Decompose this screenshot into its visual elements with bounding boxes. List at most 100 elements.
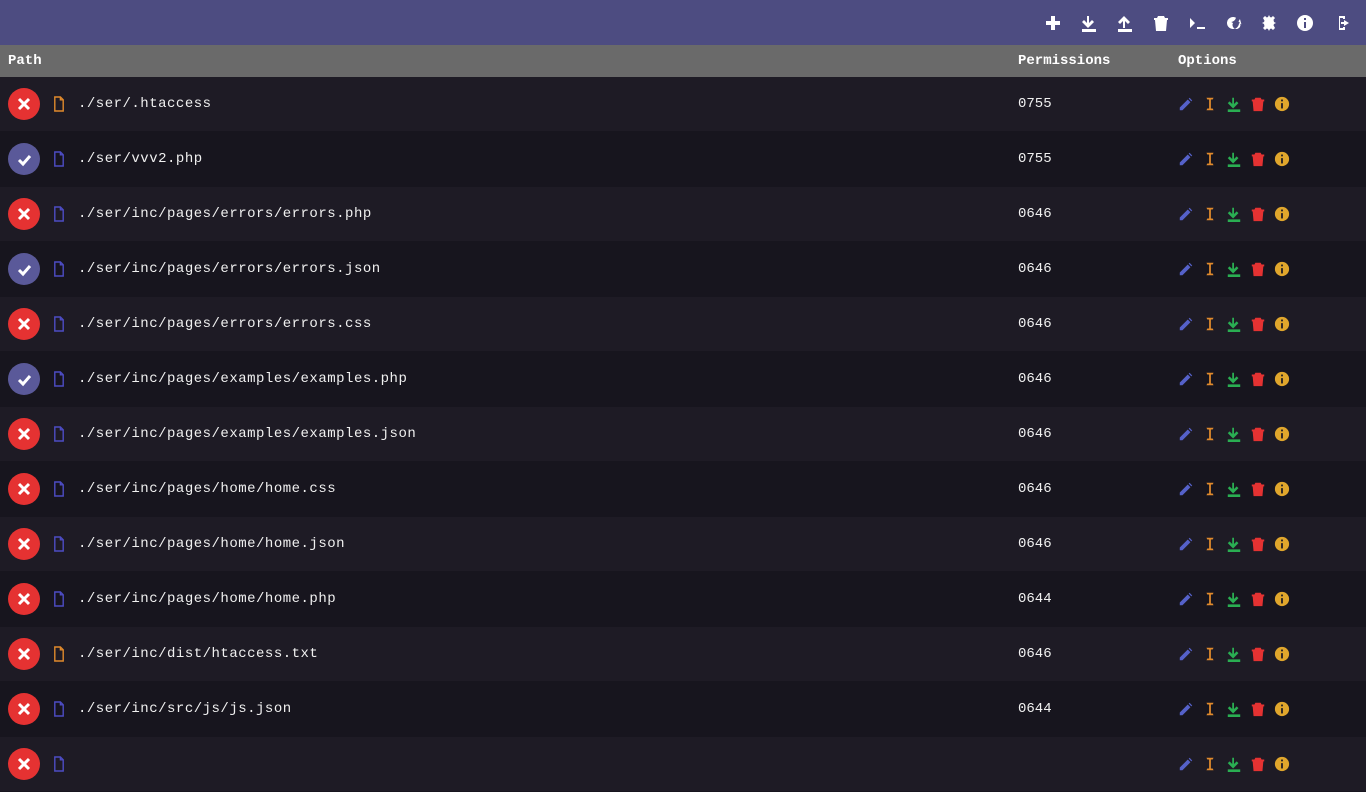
info-icon[interactable]	[1274, 646, 1290, 662]
table-row: ./ser/inc/pages/examples/examples.php064…	[0, 352, 1366, 407]
trash-icon[interactable]	[1152, 14, 1170, 32]
edit-icon[interactable]	[1178, 481, 1194, 497]
edit-icon[interactable]	[1178, 316, 1194, 332]
download-icon[interactable]	[1226, 261, 1242, 277]
rename-icon[interactable]	[1202, 701, 1218, 717]
signout-icon[interactable]	[1332, 14, 1350, 32]
download-icon[interactable]	[1226, 206, 1242, 222]
info-icon[interactable]	[1274, 206, 1290, 222]
table-row	[0, 737, 1366, 792]
status-error-icon	[8, 638, 40, 670]
file-path[interactable]: ./ser/inc/pages/errors/errors.css	[78, 316, 1018, 332]
delete-icon[interactable]	[1250, 701, 1266, 717]
info-icon[interactable]	[1274, 96, 1290, 112]
delete-icon[interactable]	[1250, 316, 1266, 332]
rename-icon[interactable]	[1202, 646, 1218, 662]
download-icon[interactable]	[1226, 756, 1242, 772]
download-icon[interactable]	[1226, 316, 1242, 332]
upload-icon[interactable]	[1116, 14, 1134, 32]
settings-icon[interactable]	[1260, 14, 1278, 32]
table-row: ./ser/inc/pages/errors/errors.json0646	[0, 242, 1366, 297]
rename-icon[interactable]	[1202, 261, 1218, 277]
edit-icon[interactable]	[1178, 701, 1194, 717]
info-icon[interactable]	[1296, 14, 1314, 32]
rename-icon[interactable]	[1202, 536, 1218, 552]
file-path[interactable]: ./ser/vvv2.php	[78, 151, 1018, 167]
edit-icon[interactable]	[1178, 96, 1194, 112]
file-path[interactable]: ./ser/inc/pages/errors/errors.php	[78, 206, 1018, 222]
rename-icon[interactable]	[1202, 151, 1218, 167]
delete-icon[interactable]	[1250, 426, 1266, 442]
file-path[interactable]: ./ser/inc/pages/home/home.json	[78, 536, 1018, 552]
file-path[interactable]: ./ser/inc/src/js/js.json	[78, 701, 1018, 717]
download-icon[interactable]	[1226, 151, 1242, 167]
row-options	[1178, 481, 1358, 497]
delete-icon[interactable]	[1250, 536, 1266, 552]
rename-icon[interactable]	[1202, 591, 1218, 607]
info-icon[interactable]	[1274, 701, 1290, 717]
delete-icon[interactable]	[1250, 646, 1266, 662]
file-path[interactable]: ./ser/inc/pages/examples/examples.json	[78, 426, 1018, 442]
delete-icon[interactable]	[1250, 261, 1266, 277]
info-icon[interactable]	[1274, 756, 1290, 772]
edit-icon[interactable]	[1178, 591, 1194, 607]
table-row: ./ser/inc/dist/htaccess.txt0646	[0, 627, 1366, 682]
plus-icon[interactable]	[1044, 14, 1062, 32]
delete-icon[interactable]	[1250, 756, 1266, 772]
file-permissions: 0646	[1018, 426, 1178, 442]
file-path[interactable]: ./ser/inc/pages/examples/examples.php	[78, 371, 1018, 387]
rename-icon[interactable]	[1202, 481, 1218, 497]
rename-icon[interactable]	[1202, 206, 1218, 222]
file-icon	[50, 645, 68, 663]
file-path[interactable]: ./ser/inc/pages/errors/errors.json	[78, 261, 1018, 277]
delete-icon[interactable]	[1250, 96, 1266, 112]
info-icon[interactable]	[1274, 261, 1290, 277]
info-icon[interactable]	[1274, 481, 1290, 497]
info-icon[interactable]	[1274, 316, 1290, 332]
download-icon[interactable]	[1226, 536, 1242, 552]
delete-icon[interactable]	[1250, 591, 1266, 607]
info-icon[interactable]	[1274, 151, 1290, 167]
edit-icon[interactable]	[1178, 646, 1194, 662]
edit-icon[interactable]	[1178, 371, 1194, 387]
rename-icon[interactable]	[1202, 316, 1218, 332]
rename-icon[interactable]	[1202, 96, 1218, 112]
download-icon[interactable]	[1226, 591, 1242, 607]
file-icon	[50, 260, 68, 278]
info-icon[interactable]	[1274, 371, 1290, 387]
edit-icon[interactable]	[1178, 536, 1194, 552]
edit-icon[interactable]	[1178, 426, 1194, 442]
rename-icon[interactable]	[1202, 371, 1218, 387]
rename-icon[interactable]	[1202, 426, 1218, 442]
delete-icon[interactable]	[1250, 481, 1266, 497]
download-icon[interactable]	[1226, 426, 1242, 442]
edit-icon[interactable]	[1178, 151, 1194, 167]
row-options	[1178, 151, 1358, 167]
file-path[interactable]: ./ser/inc/pages/home/home.php	[78, 591, 1018, 607]
download-icon[interactable]	[1226, 701, 1242, 717]
download-icon[interactable]	[1226, 371, 1242, 387]
file-path[interactable]: ./ser/.htaccess	[78, 96, 1018, 112]
info-icon[interactable]	[1274, 591, 1290, 607]
file-permissions: 0646	[1018, 646, 1178, 662]
rename-icon[interactable]	[1202, 756, 1218, 772]
download-icon[interactable]	[1226, 646, 1242, 662]
delete-icon[interactable]	[1250, 371, 1266, 387]
file-path[interactable]: ./ser/inc/pages/home/home.css	[78, 481, 1018, 497]
delete-icon[interactable]	[1250, 151, 1266, 167]
refresh-icon[interactable]	[1224, 14, 1242, 32]
info-icon[interactable]	[1274, 536, 1290, 552]
edit-icon[interactable]	[1178, 756, 1194, 772]
file-permissions: 0755	[1018, 96, 1178, 112]
download-icon[interactable]	[1226, 481, 1242, 497]
terminal-icon[interactable]	[1188, 14, 1206, 32]
edit-icon[interactable]	[1178, 261, 1194, 277]
download-icon[interactable]	[1080, 14, 1098, 32]
download-icon[interactable]	[1226, 96, 1242, 112]
file-path[interactable]: ./ser/inc/dist/htaccess.txt	[78, 646, 1018, 662]
header-options: Options	[1178, 53, 1358, 69]
info-icon[interactable]	[1274, 426, 1290, 442]
edit-icon[interactable]	[1178, 206, 1194, 222]
delete-icon[interactable]	[1250, 206, 1266, 222]
row-options	[1178, 371, 1358, 387]
